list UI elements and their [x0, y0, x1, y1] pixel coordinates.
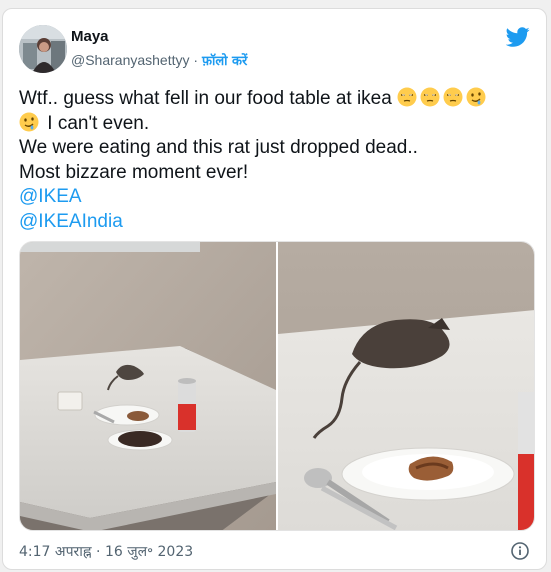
tweet-media[interactable] [19, 241, 535, 531]
author-meta: @Sharanyashettyy · फ़ॉलो करें [71, 51, 247, 69]
author-name[interactable]: Maya [71, 28, 109, 45]
mention-ikeaindia-link[interactable]: @IKEAIndia [19, 210, 539, 235]
info-icon[interactable] [510, 541, 530, 561]
tweet-line-1-text: Wtf.. guess what fell in our food table … [19, 88, 392, 109]
unamused-face-icon [420, 87, 440, 107]
meta-separator: · [193, 52, 199, 68]
avatar-photo [19, 25, 67, 73]
tweet-line-2: I can't even. [19, 112, 539, 137]
tweet-line-4: Most bizzare moment ever! [19, 161, 249, 183]
author-handle[interactable]: @Sharanyashettyy [71, 52, 190, 68]
tweet-line-1: Wtf.. guess what fell in our food table … [19, 87, 539, 112]
tweet-line-3: We were eating and this rat just dropped… [19, 137, 418, 158]
mention-ikea-link[interactable]: @IKEA [19, 185, 539, 210]
tweet-text: Wtf.. guess what fell in our food table … [19, 87, 539, 234]
unamused-face-icon [443, 87, 463, 107]
photo-rat-closeup[interactable] [278, 242, 535, 531]
tweet-line-2-text: I can't even. [47, 112, 150, 134]
photo-table-wide[interactable] [20, 242, 276, 531]
tweet-card: Maya @Sharanyashettyy · फ़ॉलो करें Wtf..… [2, 8, 547, 570]
drooling-face-icon [466, 87, 486, 107]
avatar[interactable] [19, 25, 67, 73]
drooling-face-icon [19, 112, 39, 131]
tweet-timestamp[interactable]: 4:17 अपराह्न · 16 जुल॰ 2023 [19, 542, 193, 561]
unamused-face-icon [397, 87, 417, 107]
twitter-bird-icon[interactable] [506, 25, 530, 49]
follow-button[interactable]: फ़ॉलो करें [202, 54, 247, 69]
